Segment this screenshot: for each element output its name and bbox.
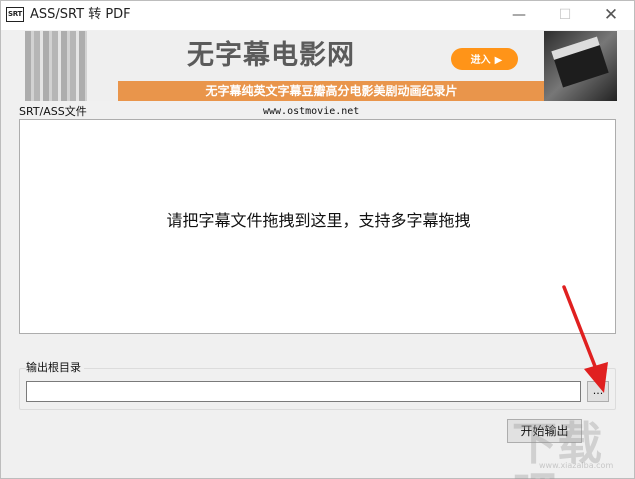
title-bar: SRT ASS/SRT 转 PDF — ☐ ✕ bbox=[1, 1, 634, 30]
window-title: ASS/SRT 转 PDF bbox=[30, 7, 131, 22]
close-button[interactable]: ✕ bbox=[588, 1, 634, 30]
banner-slogan: 无字幕纯英文字幕豆瓣高分电影美剧动画纪录片 bbox=[118, 81, 545, 101]
maximize-button[interactable]: ☐ bbox=[542, 1, 588, 30]
output-group-label: 输出根目录 bbox=[26, 361, 84, 375]
output-directory-input[interactable] bbox=[26, 381, 581, 402]
app-window: SRT ASS/SRT 转 PDF — ☐ ✕ 无字幕电影网 进入 ▶ 无字幕纯英… bbox=[0, 0, 635, 479]
file-group-label: SRT/ASS文件 bbox=[19, 105, 90, 119]
movie-clapper-image bbox=[544, 31, 617, 101]
film-strip-image bbox=[25, 31, 87, 101]
drop-hint: 请把字幕文件拖拽到这里，支持多字幕拖拽 bbox=[166, 211, 471, 230]
srt-app-icon: SRT bbox=[6, 7, 24, 22]
banner-enter-button[interactable]: 进入 ▶ bbox=[451, 48, 518, 70]
banner-url: www.ostmovie.net bbox=[263, 106, 360, 117]
play-arrow-icon: ▶ bbox=[494, 55, 503, 66]
subtitle-drop-zone[interactable]: 请把字幕文件拖拽到这里，支持多字幕拖拽 bbox=[19, 119, 616, 334]
annotation-arrow-icon bbox=[562, 285, 608, 393]
banner-logo: 无字幕电影网 bbox=[187, 40, 355, 71]
minimize-button[interactable]: — bbox=[496, 1, 542, 30]
clapper-icon bbox=[551, 36, 609, 88]
enter-label: 进入 bbox=[470, 55, 491, 66]
watermark-url: www.xiazaiba.com bbox=[539, 461, 614, 470]
ad-banner[interactable]: 无字幕电影网 进入 ▶ 无字幕纯英文字幕豆瓣高分电影美剧动画纪录片 bbox=[25, 31, 617, 101]
